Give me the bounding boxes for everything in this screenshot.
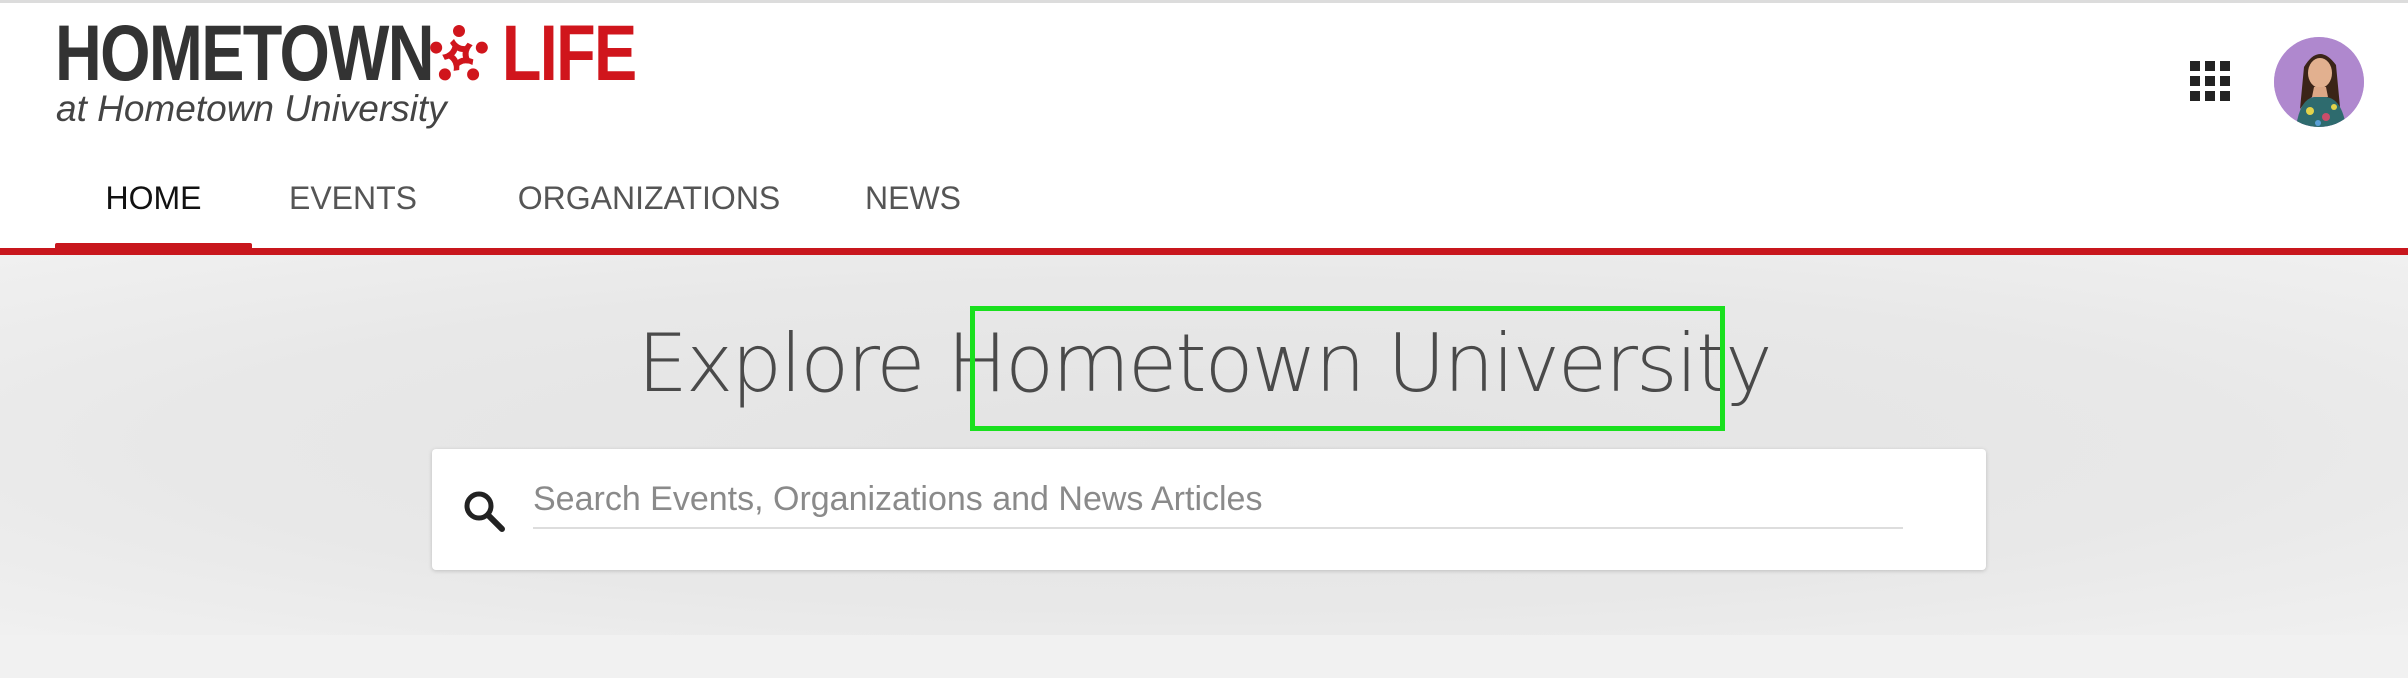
apps-dot [2220,91,2230,101]
tab-events[interactable]: EVENTS [288,168,418,251]
avatar-photo [2274,37,2364,127]
search-input[interactable] [533,471,1903,529]
apps-dot [2190,76,2200,86]
tab-organizations-label: ORGANIZATIONS [517,180,781,216]
apps-dot [2220,61,2230,71]
search-icon[interactable] [460,487,508,535]
logo-wordmark: HOMETOWN LIFE [55,13,637,92]
apps-dot [2190,61,2200,71]
logo-text-hometown: HOMETOWN [55,8,435,97]
apps-dot [2205,91,2215,101]
grid-apps-icon[interactable] [2190,61,2230,101]
tab-organizations[interactable]: ORGANIZATIONS [514,168,784,251]
logo-subtitle: at Hometown University [56,88,447,129]
apps-dot [2220,76,2230,86]
tab-news[interactable]: NEWS [858,168,968,251]
brand-logo[interactable]: HOMETOWN LIFE at Hometown University [55,13,637,133]
user-avatar[interactable] [2274,37,2364,127]
logo-text-life: LIFE [501,8,637,97]
header-accent-bar [0,248,2408,255]
tab-news-label: NEWS [865,180,961,216]
tab-events-label: EVENTS [288,180,418,216]
apps-dot [2205,76,2215,86]
hero-title-highlight: Hometown University [946,317,1773,410]
search-card [432,449,1986,570]
app-header: HOMETOWN LIFE at Hometown University HOM… [0,3,2408,251]
apps-dot [2205,61,2215,71]
logo-people-icon [430,25,488,81]
hero-section: Explore Hometown University [0,255,2408,635]
hero-title-prefix: Explore [637,317,925,410]
apps-dot [2190,91,2200,101]
tab-home[interactable]: HOME [55,168,252,251]
tab-home-label: HOME [105,180,202,216]
hero-title: Explore Hometown University [0,317,2408,410]
